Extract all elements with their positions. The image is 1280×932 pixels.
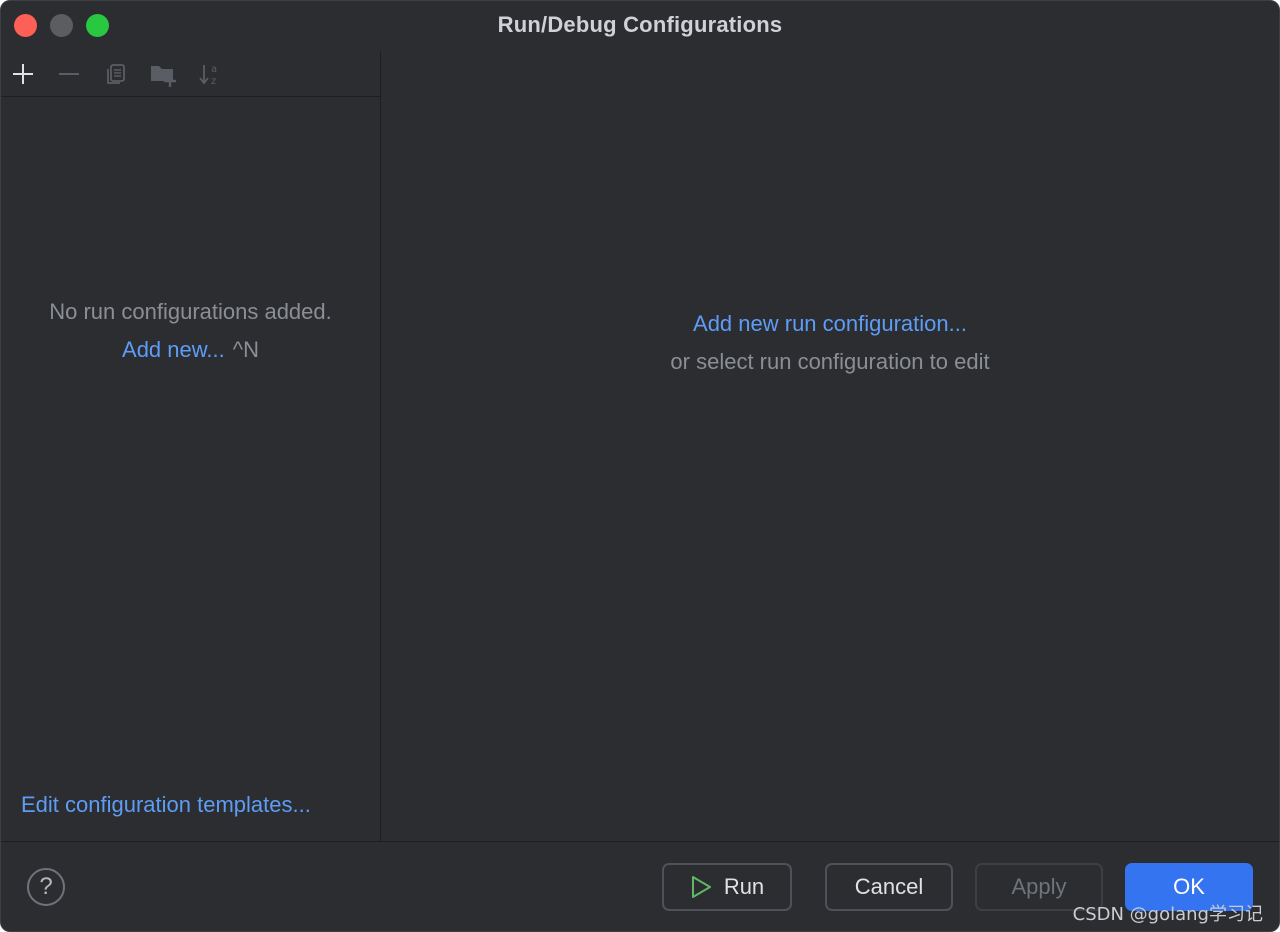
sort-configurations-button[interactable]: a z <box>196 60 224 88</box>
remove-icon <box>59 73 79 75</box>
add-configuration-button[interactable] <box>9 60 37 88</box>
run-debug-configurations-dialog: Run/Debug Configurations a z No run conf… <box>0 0 1280 932</box>
new-folder-icon <box>151 66 176 87</box>
copy-icon <box>107 64 125 84</box>
add-new-row: Add new... ^N <box>1 337 380 363</box>
add-new-shortcut: ^N <box>232 337 259 362</box>
svg-text:z: z <box>211 76 216 87</box>
run-button-label: Run <box>723 874 765 899</box>
add-new-link[interactable]: Add new... <box>122 337 225 362</box>
new-folder-button[interactable] <box>149 60 177 88</box>
sort-alphabetically-icon: a z <box>199 64 217 87</box>
configurations-toolbar: a z <box>1 51 380 97</box>
configurations-list-pane: a z No run configurations added. Add new… <box>1 51 381 841</box>
remove-configuration-button[interactable] <box>55 60 83 88</box>
dialog-title: Run/Debug Configurations <box>497 12 783 37</box>
copy-configuration-button[interactable] <box>102 60 130 88</box>
cancel-button[interactable]: Cancel <box>825 863 953 911</box>
select-configuration-hint: or select run configuration to edit <box>670 349 990 374</box>
configuration-details-pane: Add new run configuration... or select r… <box>381 51 1279 841</box>
edit-configuration-templates-link[interactable]: Edit configuration templates... <box>21 792 311 818</box>
watermark-text: CSDN @golang学习记 <box>1072 904 1263 925</box>
title-bar: Run/Debug Configurations <box>1 1 1279 51</box>
add-new-run-configuration-row: Add new run configuration... <box>381 311 1279 337</box>
add-new-run-configuration-link[interactable]: Add new run configuration... <box>693 311 967 336</box>
svg-text:a: a <box>211 64 217 75</box>
no-configurations-message: No run configurations added. <box>49 299 332 324</box>
add-icon <box>13 64 33 84</box>
run-button[interactable]: Run <box>662 863 792 911</box>
dialog-footer: ? Run Cancel Apply OK CSDN @golang学习记 <box>1 841 1279 931</box>
play-icon <box>691 876 711 898</box>
help-button[interactable]: ? <box>27 868 65 906</box>
